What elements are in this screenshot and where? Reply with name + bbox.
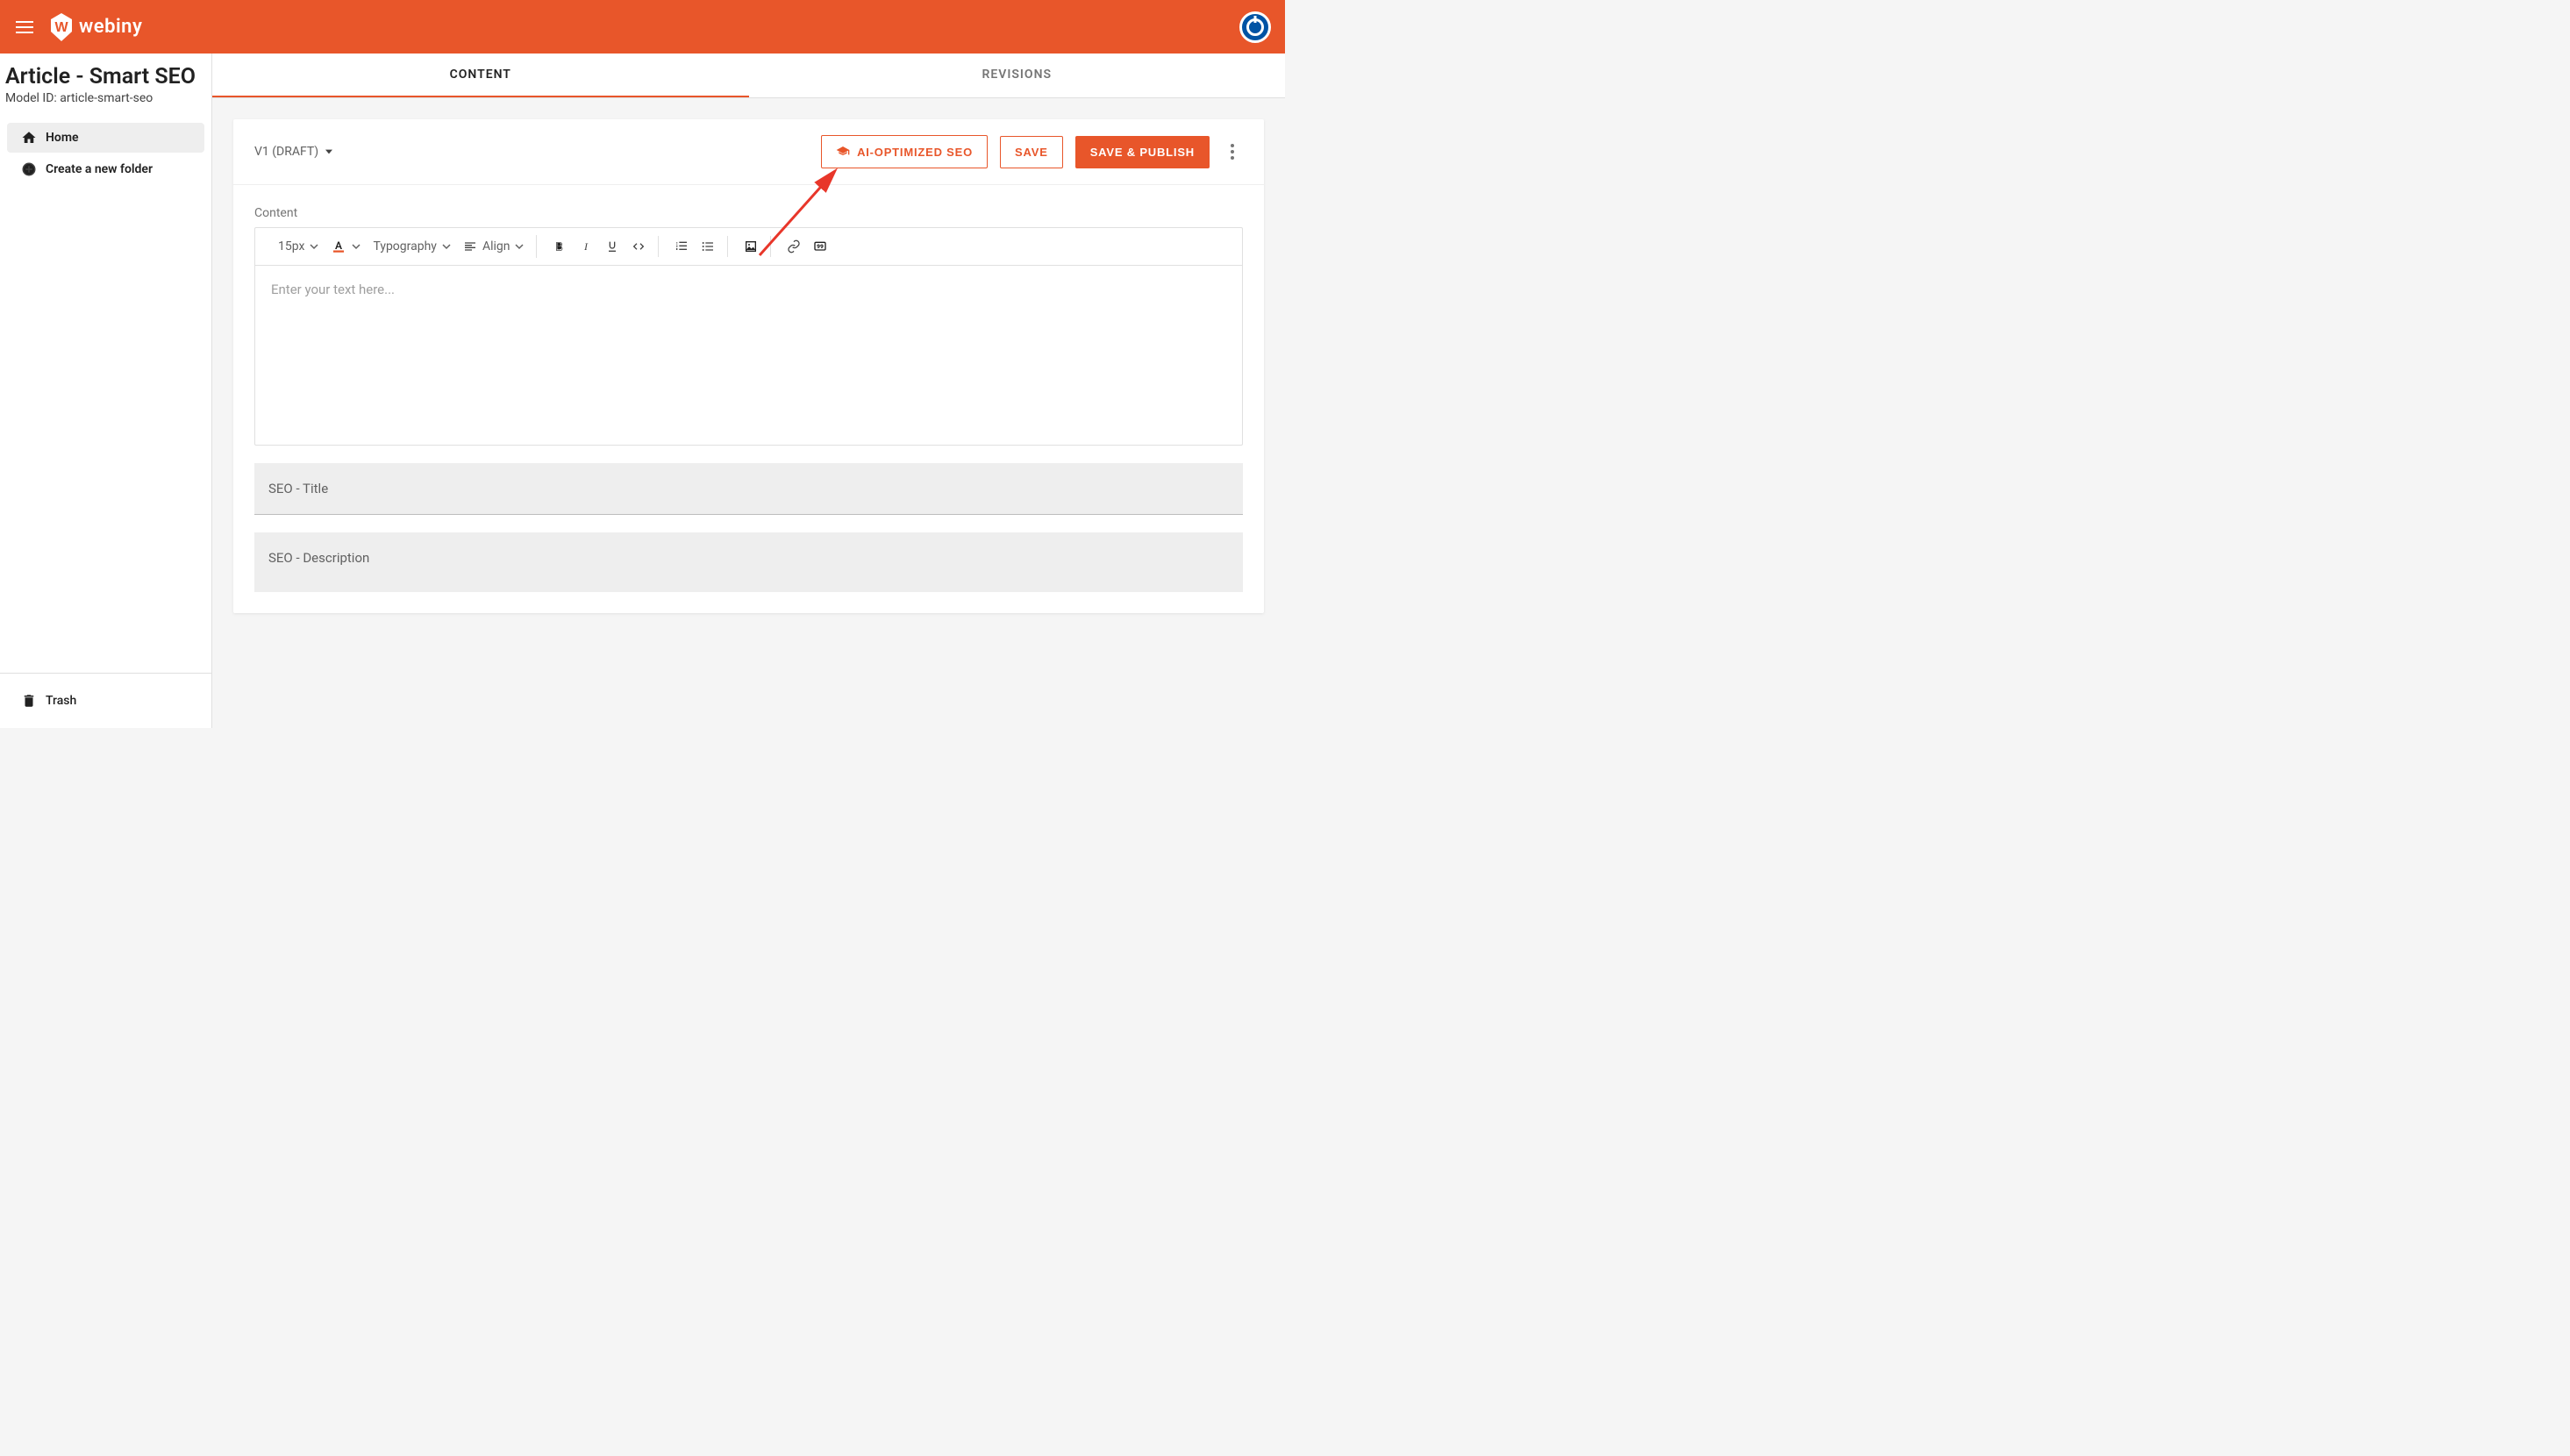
- chevron-down-icon: [352, 242, 361, 251]
- align-icon: [463, 239, 477, 253]
- save-publish-button[interactable]: SAVE & PUBLISH: [1075, 136, 1210, 168]
- image-icon: [744, 239, 758, 253]
- sidebar-trash-label: Trash: [46, 694, 76, 708]
- top-bar: W webiny: [0, 0, 1285, 54]
- brand-logo[interactable]: W webiny: [49, 13, 142, 41]
- seo-description-field[interactable]: SEO - Description: [254, 532, 1243, 592]
- user-avatar[interactable]: [1239, 11, 1271, 43]
- ordered-list-icon: [675, 239, 689, 253]
- unordered-list-icon: [701, 239, 715, 253]
- content-area: CONTENT REVISIONS V1 (DRAFT) AI-OPTIMIZE…: [212, 54, 1285, 728]
- brand-name: webiny: [79, 16, 142, 38]
- sidebar-item-home[interactable]: Home: [7, 123, 204, 153]
- editor-body: Content 15px A: [233, 185, 1264, 613]
- svg-text:99: 99: [817, 243, 825, 250]
- seo-title-field[interactable]: SEO - Title: [254, 463, 1243, 515]
- bold-button[interactable]: [547, 236, 572, 257]
- editor-toolbar: 15px A Typography: [255, 228, 1242, 266]
- text-color-icon: A: [331, 239, 346, 254]
- sidebar-item-label: Home: [46, 131, 79, 145]
- sidebar-header: Article - Smart SEO Model ID: article-sm…: [0, 54, 211, 116]
- svg-text:I: I: [583, 240, 589, 253]
- sidebar-footer: Trash: [0, 673, 211, 728]
- tab-revisions[interactable]: REVISIONS: [749, 54, 1286, 97]
- typography-dropdown[interactable]: Typography: [368, 236, 455, 257]
- ai-optimized-seo-button[interactable]: AI-OPTIMIZED SEO: [821, 135, 988, 168]
- seo-description-label: SEO - Description: [268, 550, 1229, 566]
- image-button[interactable]: [739, 236, 763, 257]
- sidebar: Article - Smart SEO Model ID: article-sm…: [0, 54, 212, 728]
- link-button[interactable]: [782, 236, 806, 257]
- caret-down-icon: [325, 148, 332, 155]
- version-dropdown[interactable]: V1 (DRAFT): [254, 145, 332, 159]
- chevron-down-icon: [442, 242, 451, 251]
- home-icon: [21, 130, 37, 146]
- chevron-down-icon: [515, 242, 524, 251]
- align-dropdown[interactable]: Align: [458, 236, 530, 257]
- content-textarea[interactable]: [255, 266, 1242, 441]
- more-options-icon[interactable]: [1222, 141, 1243, 162]
- editor-actions: AI-OPTIMIZED SEO SAVE SAVE & PUBLISH: [821, 135, 1243, 168]
- quote-icon: 99: [813, 239, 827, 253]
- content-field-label: Content: [254, 206, 1243, 220]
- sidebar-item-label: Create a new folder: [46, 162, 153, 176]
- hamburger-menu-icon[interactable]: [14, 17, 35, 38]
- link-icon: [787, 239, 801, 253]
- italic-button[interactable]: I: [574, 236, 598, 257]
- font-size-dropdown[interactable]: 15px: [273, 236, 324, 257]
- code-icon: [632, 239, 646, 253]
- svg-text:A: A: [335, 239, 342, 252]
- plus-circle-icon: [21, 161, 37, 177]
- model-id-label: Model ID: article-smart-seo: [5, 91, 204, 105]
- text-color-dropdown[interactable]: A: [325, 235, 366, 258]
- italic-icon: I: [579, 239, 593, 253]
- quote-button[interactable]: 99: [808, 236, 832, 257]
- chevron-down-icon: [310, 242, 318, 251]
- logo-badge-icon: W: [49, 13, 74, 41]
- ordered-list-button[interactable]: [669, 236, 694, 257]
- main-layout: Article - Smart SEO Model ID: article-sm…: [0, 54, 1285, 728]
- bold-icon: [553, 239, 567, 253]
- trash-icon: [21, 693, 37, 709]
- tab-content[interactable]: CONTENT: [212, 54, 749, 97]
- code-button[interactable]: [626, 236, 651, 257]
- editor-header: V1 (DRAFT) AI-OPTIMIZED SEO SAVE SAVE & …: [233, 119, 1264, 185]
- rich-text-editor: 15px A Typography: [254, 227, 1243, 446]
- seo-title-label: SEO - Title: [268, 481, 1229, 496]
- underline-icon: [605, 239, 619, 253]
- svg-text:W: W: [54, 20, 68, 35]
- save-button[interactable]: SAVE: [1000, 136, 1063, 168]
- sidebar-nav: Home Create a new folder: [0, 121, 211, 186]
- sidebar-item-trash[interactable]: Trash: [7, 686, 204, 716]
- tabs: CONTENT REVISIONS: [212, 54, 1285, 98]
- version-label: V1 (DRAFT): [254, 145, 318, 159]
- unordered-list-button[interactable]: [696, 236, 720, 257]
- sidebar-title: Article - Smart SEO: [5, 64, 204, 89]
- editor-panel: V1 (DRAFT) AI-OPTIMIZED SEO SAVE SAVE & …: [233, 119, 1264, 613]
- underline-button[interactable]: [600, 236, 625, 257]
- top-bar-left: W webiny: [14, 13, 142, 41]
- sidebar-item-create-folder[interactable]: Create a new folder: [7, 154, 204, 184]
- graduation-cap-icon: [836, 145, 850, 159]
